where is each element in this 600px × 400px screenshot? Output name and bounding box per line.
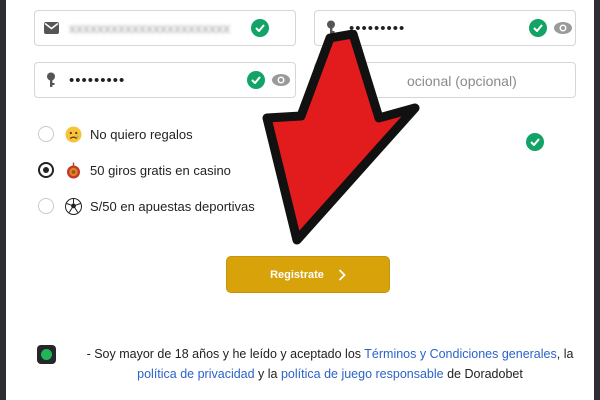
key-icon	[43, 72, 59, 88]
terms-conditions-link[interactable]: Términos y Condiciones generales	[364, 347, 556, 361]
privacy-policy-link[interactable]: política de privacidad	[137, 367, 254, 381]
bonus-option-label: 50 giros gratis en casino	[90, 162, 231, 178]
roulette-icon	[64, 161, 82, 179]
sad-face-icon	[64, 125, 82, 143]
terms-separator: y la	[254, 367, 281, 381]
chevron-right-icon	[338, 268, 346, 281]
bonus-option-no-gift[interactable]: No quiero regalos	[38, 123, 193, 145]
email-value: xxxxxxxxxxxxxxxxxxxxxxx	[69, 20, 230, 36]
radio-button-selected[interactable]	[38, 162, 54, 178]
bonus-option-sports-bets[interactable]: S/50 en apuestas deportivas	[38, 195, 255, 217]
promo-valid-check-icon	[526, 133, 544, 151]
terms-separator: , la	[556, 347, 574, 361]
soccer-ball-icon	[64, 197, 82, 215]
confirm-password-value: •••••••••	[69, 72, 126, 89]
terms-prefix: - Soy mayor de 18 años y he leído y acep…	[86, 347, 365, 361]
bonus-option-label: S/50 en apuestas deportivas	[90, 198, 255, 214]
register-button[interactable]: Registrate	[226, 256, 390, 293]
red-arrow-annotation	[262, 30, 420, 245]
responsible-gaming-link[interactable]: política de juego responsable	[281, 367, 444, 381]
bonus-option-casino-spins[interactable]: 50 giros gratis en casino	[38, 159, 231, 181]
show-password-eye-icon[interactable]	[553, 20, 573, 36]
terms-text: - Soy mayor de 18 años y he leído y acep…	[70, 344, 590, 384]
mail-icon	[43, 20, 59, 36]
terms-checkbox[interactable]	[37, 345, 56, 364]
radio-button[interactable]	[38, 198, 54, 214]
bonus-option-label: No quiero regalos	[90, 126, 193, 142]
register-button-label: Registrate	[270, 268, 324, 281]
terms-suffix: de Doradobet	[443, 367, 523, 381]
valid-check-icon	[529, 19, 547, 37]
checkbox-checked-indicator	[41, 349, 52, 360]
radio-button[interactable]	[38, 126, 54, 142]
